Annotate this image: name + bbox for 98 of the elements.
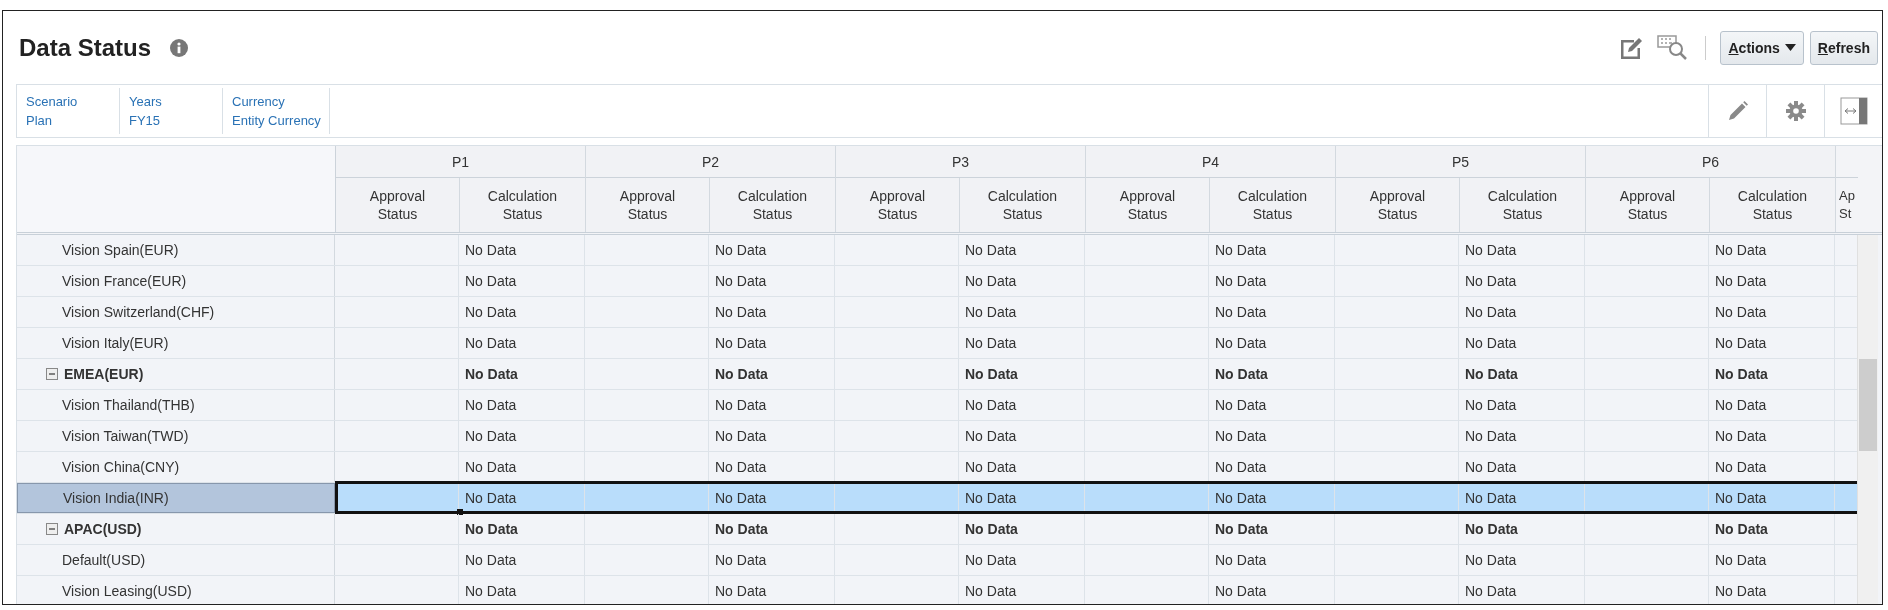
pov-member-link[interactable]: Entity Currency bbox=[232, 111, 321, 130]
table-cell[interactable]: No Data bbox=[1209, 545, 1335, 575]
table-cell[interactable]: No Data bbox=[459, 545, 585, 575]
refresh-button[interactable]: Refresh bbox=[1809, 30, 1878, 65]
table-cell[interactable]: No Data bbox=[1209, 514, 1335, 544]
row-header[interactable]: Vision Italy(EUR) bbox=[17, 328, 335, 358]
table-cell[interactable]: No Data bbox=[1459, 514, 1585, 544]
table-cell[interactable]: No Data bbox=[459, 328, 585, 358]
table-cell[interactable]: No Data bbox=[1209, 390, 1335, 420]
row-header[interactable]: Vision Switzerland(CHF) bbox=[17, 297, 335, 327]
page-title: Data Status bbox=[19, 33, 152, 62]
table-cell[interactable]: No Data bbox=[709, 421, 835, 451]
table-cell[interactable]: No Data bbox=[959, 235, 1085, 265]
table-cell[interactable]: No Data bbox=[709, 545, 835, 575]
table-cell[interactable]: No Data bbox=[1709, 452, 1835, 482]
row-header[interactable]: Vision Spain(EUR) bbox=[17, 235, 335, 265]
table-cell[interactable]: No Data bbox=[1209, 266, 1335, 296]
table-cell[interactable]: No Data bbox=[709, 576, 835, 604]
row-header[interactable]: Vision France(EUR) bbox=[17, 266, 335, 296]
table-cell[interactable]: No Data bbox=[709, 452, 835, 482]
table-cell[interactable]: No Data bbox=[1209, 297, 1335, 327]
table-cell[interactable]: No Data bbox=[959, 452, 1085, 482]
table-cell[interactable]: No Data bbox=[1709, 390, 1835, 420]
table-cell[interactable]: No Data bbox=[959, 297, 1085, 327]
pov-member-link[interactable]: FY15 bbox=[129, 111, 161, 130]
row-header[interactable]: Vision China(CNY) bbox=[17, 452, 335, 482]
table-cell[interactable]: No Data bbox=[459, 514, 585, 544]
row-header[interactable]: EMEA(EUR) bbox=[17, 359, 335, 389]
actions-menu-button[interactable]: Actions bbox=[1720, 30, 1804, 65]
collapse-icon[interactable] bbox=[46, 523, 58, 535]
table-cell[interactable]: No Data bbox=[709, 297, 835, 327]
table-cell[interactable]: No Data bbox=[1209, 576, 1335, 604]
table-cell[interactable]: No Data bbox=[1709, 576, 1835, 604]
table-cell[interactable]: No Data bbox=[1459, 576, 1585, 604]
table-cell[interactable]: No Data bbox=[1459, 328, 1585, 358]
table-cell[interactable]: No Data bbox=[1459, 452, 1585, 482]
table-cell[interactable]: No Data bbox=[1709, 328, 1835, 358]
table-cell[interactable]: No Data bbox=[1459, 545, 1585, 575]
table-cell[interactable]: No Data bbox=[1459, 266, 1585, 296]
row-header[interactable]: Vision Taiwan(TWD) bbox=[17, 421, 335, 451]
table-cell[interactable]: No Data bbox=[1709, 514, 1835, 544]
row-header[interactable]: Vision Thailand(THB) bbox=[17, 390, 335, 420]
table-cell[interactable]: No Data bbox=[459, 297, 585, 327]
table-cell[interactable]: No Data bbox=[709, 514, 835, 544]
fill-handle[interactable] bbox=[457, 509, 463, 515]
table-cell[interactable]: No Data bbox=[709, 328, 835, 358]
table-cell[interactable]: No Data bbox=[459, 452, 585, 482]
pov-dimension-link[interactable]: Scenario bbox=[26, 92, 78, 111]
table-cell[interactable]: No Data bbox=[1209, 452, 1335, 482]
table-cell[interactable]: No Data bbox=[959, 421, 1085, 451]
pov-member-link[interactable]: Plan bbox=[26, 111, 53, 130]
row-header[interactable]: Vision Leasing(USD) bbox=[17, 576, 335, 604]
table-cell[interactable]: No Data bbox=[1709, 266, 1835, 296]
settings-icon[interactable] bbox=[1785, 101, 1806, 121]
table-cell[interactable]: No Data bbox=[959, 266, 1085, 296]
caret-icon bbox=[1784, 44, 1796, 51]
collapse-panel-icon[interactable] bbox=[1839, 97, 1868, 125]
pov-dimension-link[interactable]: Years bbox=[129, 92, 162, 111]
table-cell[interactable]: No Data bbox=[1209, 421, 1335, 451]
table-cell[interactable]: No Data bbox=[959, 576, 1085, 604]
table-cell[interactable]: No Data bbox=[1459, 235, 1585, 265]
table-cell[interactable]: No Data bbox=[1709, 359, 1835, 389]
table-cell[interactable]: No Data bbox=[959, 390, 1085, 420]
table-cell[interactable]: No Data bbox=[1459, 297, 1585, 327]
table-cell[interactable]: No Data bbox=[1709, 235, 1835, 265]
table-cell[interactable]: No Data bbox=[459, 390, 585, 420]
row-header[interactable]: Vision India(INR) bbox=[17, 483, 335, 513]
table-cell[interactable]: No Data bbox=[1709, 421, 1835, 451]
table-cell[interactable]: No Data bbox=[1709, 545, 1835, 575]
table-cell[interactable]: No Data bbox=[1459, 390, 1585, 420]
table-cell[interactable]: No Data bbox=[709, 359, 835, 389]
table-cell[interactable]: No Data bbox=[459, 359, 585, 389]
scrollbar[interactable] bbox=[1857, 235, 1878, 604]
table-cell[interactable]: No Data bbox=[959, 359, 1085, 389]
table-cell[interactable]: No Data bbox=[709, 266, 835, 296]
table-cell[interactable]: No Data bbox=[1459, 359, 1585, 389]
info-icon[interactable] bbox=[169, 37, 190, 58]
table-cell[interactable]: No Data bbox=[459, 235, 585, 265]
table-cell[interactable]: No Data bbox=[959, 545, 1085, 575]
table-cell[interactable]: No Data bbox=[959, 328, 1085, 358]
collapse-icon[interactable] bbox=[46, 368, 58, 380]
table-cell[interactable]: No Data bbox=[459, 576, 585, 604]
column-header[interactable]: Ap St bbox=[1836, 178, 1858, 232]
pov-dimension-link[interactable]: Currency bbox=[232, 92, 285, 111]
table-cell[interactable]: No Data bbox=[709, 235, 835, 265]
table-cell[interactable]: No Data bbox=[459, 421, 585, 451]
row-header[interactable]: Default(USD) bbox=[17, 545, 335, 575]
row-header[interactable]: APAC(USD) bbox=[17, 514, 335, 544]
table-cell[interactable]: No Data bbox=[709, 390, 835, 420]
table-cell[interactable]: No Data bbox=[1709, 297, 1835, 327]
table-cell[interactable]: No Data bbox=[1209, 328, 1335, 358]
table-cell[interactable]: No Data bbox=[1209, 359, 1335, 389]
table-cell[interactable]: No Data bbox=[1459, 421, 1585, 451]
table-cell[interactable]: No Data bbox=[459, 266, 585, 296]
table-cell[interactable]: No Data bbox=[1209, 235, 1335, 265]
table-cell[interactable]: No Data bbox=[959, 514, 1085, 544]
pencil-icon[interactable] bbox=[1727, 101, 1748, 121]
scrollbar-thumb[interactable] bbox=[1859, 359, 1877, 451]
